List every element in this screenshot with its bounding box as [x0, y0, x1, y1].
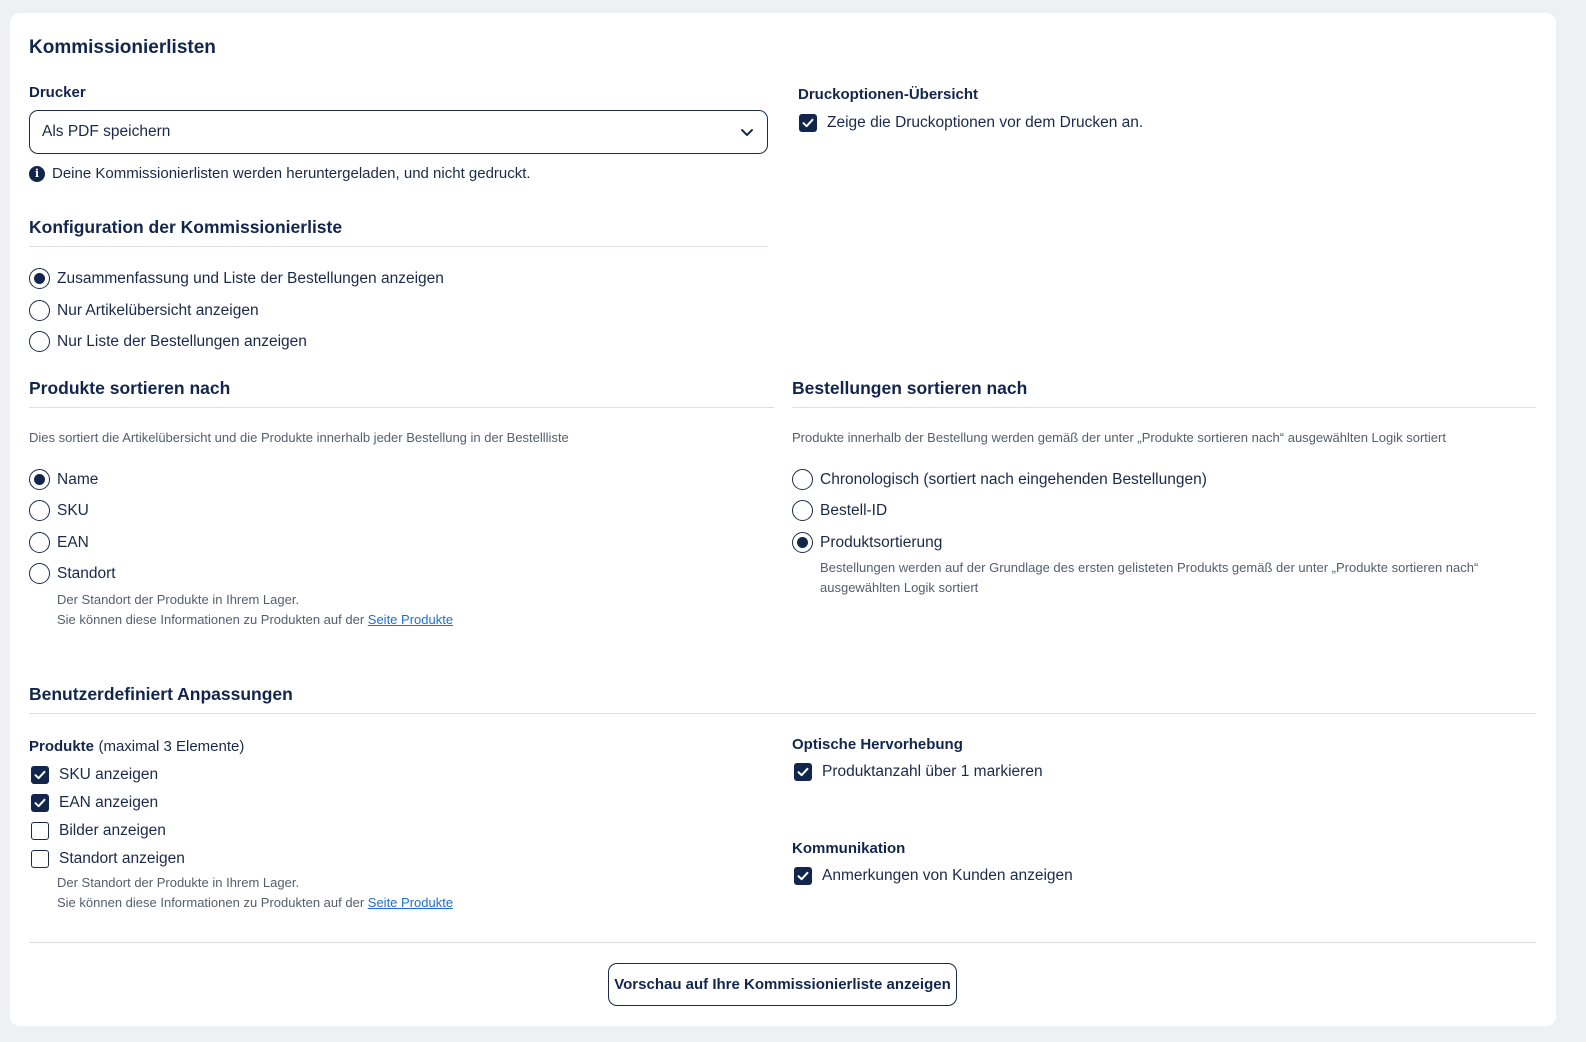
order-sort-product-sort[interactable]: Produktsortierung [792, 532, 942, 553]
radio-label: EAN [57, 533, 89, 551]
preview-button[interactable]: Vorschau auf Ihre Kommissionierliste anz… [608, 963, 957, 1006]
order-sort-description: Produkte innerhalb der Bestellung werden… [792, 430, 1446, 445]
checkbox-unchecked[interactable] [31, 850, 49, 868]
products-page-link[interactable]: Seite Produkte [368, 895, 453, 910]
products-page-link[interactable]: Seite Produkte [368, 612, 453, 627]
printer-select[interactable]: Als PDF speichern [29, 110, 768, 154]
printer-select-value: Als PDF speichern [42, 123, 171, 140]
radio-unselected[interactable] [792, 469, 813, 490]
divider [29, 713, 1536, 714]
checkbox-checked[interactable] [31, 794, 49, 812]
radio-unselected[interactable] [29, 331, 50, 352]
printer-info-text: Deine Kommissionierlisten werden herunte… [52, 165, 531, 182]
radio-label: Produktsortierung [820, 533, 943, 551]
products-options-label: Produkte (maximal 3 Elemente) [29, 738, 244, 756]
radio-label: Nur Liste der Bestellungen anzeigen [57, 332, 307, 350]
settings-card: Kommissionierlisten Drucker Als PDF spei… [10, 13, 1556, 1026]
highlight-label: Optische Hervorhebung [792, 736, 963, 753]
product-sort-ean[interactable]: EAN [29, 532, 89, 553]
divider [29, 942, 1536, 943]
show-ean-checkbox[interactable]: EAN anzeigen [31, 794, 158, 812]
customer-notes-checkbox[interactable]: Anmerkungen von Kunden anzeigen [794, 867, 1073, 885]
radio-unselected[interactable] [29, 500, 50, 521]
radio-selected[interactable] [29, 268, 50, 289]
radio-selected[interactable] [29, 469, 50, 490]
standort-note-text: Sie können diese Informationen zu Produk… [57, 612, 365, 627]
radio-label: SKU [57, 501, 89, 519]
order-sort-order-id[interactable]: Bestell-ID [792, 500, 887, 521]
show-sku-checkbox[interactable]: SKU anzeigen [31, 766, 158, 784]
checkbox-checked[interactable] [794, 867, 812, 885]
radio-unselected[interactable] [29, 300, 50, 321]
show-standort-checkbox[interactable]: Standort anzeigen [31, 850, 185, 868]
standort-note: Der Standort der Produkte in Ihrem Lager… [57, 875, 300, 890]
checkbox-checked[interactable] [31, 766, 49, 784]
print-overview-checkbox[interactable]: Zeige die Druckoptionen vor dem Drucken … [799, 114, 1143, 132]
product-sort-name[interactable]: Name [29, 469, 98, 490]
radio-unselected[interactable] [792, 500, 813, 521]
checkbox-label: Bilder anzeigen [59, 822, 166, 839]
products-label: Produkte [29, 738, 95, 755]
checkbox-label: Produktanzahl über 1 markieren [822, 763, 1043, 780]
chevron-down-icon [741, 129, 753, 136]
order-sort-heading: Bestellungen sortieren nach [792, 378, 1028, 398]
checkbox-label: Anmerkungen von Kunden anzeigen [822, 867, 1073, 884]
radio-unselected[interactable] [29, 563, 50, 584]
communication-label: Kommunikation [792, 840, 906, 857]
checkbox-label: Standort anzeigen [59, 850, 185, 867]
standort-note-line2: Sie können diese Informationen zu Produk… [57, 895, 453, 910]
radio-label: Nur Artikelübersicht anzeigen [57, 301, 259, 319]
divider [29, 407, 774, 408]
product-sort-note-line2: ausgewählten Logik sortiert [820, 580, 979, 595]
radio-label: Name [57, 470, 99, 488]
product-sort-heading: Produkte sortieren nach [29, 378, 231, 398]
checkbox-checked[interactable] [799, 114, 817, 132]
order-sort-chronological[interactable]: Chronologisch (sortiert nach eingehenden… [792, 469, 1207, 490]
product-sort-note: Bestellungen werden auf der Grundlage de… [820, 560, 1479, 575]
product-sort-description: Dies sortiert die Artikelübersicht und d… [29, 430, 569, 445]
config-option-orders[interactable]: Nur Liste der Bestellungen anzeigen [29, 331, 307, 352]
config-option-articles[interactable]: Nur Artikelübersicht anzeigen [29, 300, 259, 321]
info-icon: i [29, 165, 45, 182]
product-sort-standort[interactable]: Standort [29, 563, 116, 584]
checkbox-checked[interactable] [794, 763, 812, 781]
radio-label: Bestell-ID [820, 501, 888, 519]
config-option-summary[interactable]: Zusammenfassung und Liste der Bestellung… [29, 268, 444, 289]
show-images-checkbox[interactable]: Bilder anzeigen [31, 822, 166, 840]
highlight-quantity-checkbox[interactable]: Produktanzahl über 1 markieren [794, 763, 1043, 781]
products-hint: (maximal 3 Elemente) [98, 738, 245, 755]
product-sort-sku[interactable]: SKU [29, 500, 89, 521]
checkbox-label: SKU anzeigen [59, 766, 159, 783]
checkbox-label: EAN anzeigen [59, 794, 159, 811]
printer-info: i Deine Kommissionierlisten werden herun… [29, 165, 531, 182]
radio-label: Standort [57, 564, 116, 582]
standort-note: Der Standort der Produkte in Ihrem Lager… [57, 592, 300, 607]
radio-label: Zusammenfassung und Liste der Bestellung… [57, 269, 444, 287]
standort-note-line2: Sie können diese Informationen zu Produk… [57, 612, 453, 627]
printer-label: Drucker [29, 84, 86, 101]
print-overview-label: Druckoptionen-Übersicht [798, 86, 979, 103]
custom-heading: Benutzerdefiniert Anpassungen [29, 684, 293, 704]
print-overview-checkbox-label: Zeige die Druckoptionen vor dem Drucken … [827, 114, 1144, 131]
radio-selected[interactable] [792, 532, 813, 553]
page-title: Kommissionierlisten [29, 37, 216, 58]
radio-label: Chronologisch (sortiert nach eingehenden… [820, 470, 1207, 488]
radio-unselected[interactable] [29, 532, 50, 553]
standort-note-text: Sie können diese Informationen zu Produk… [57, 895, 365, 910]
checkbox-unchecked[interactable] [31, 822, 49, 840]
divider [29, 246, 768, 247]
divider [792, 407, 1536, 408]
config-heading: Konfiguration der Kommissionierliste [29, 217, 343, 237]
